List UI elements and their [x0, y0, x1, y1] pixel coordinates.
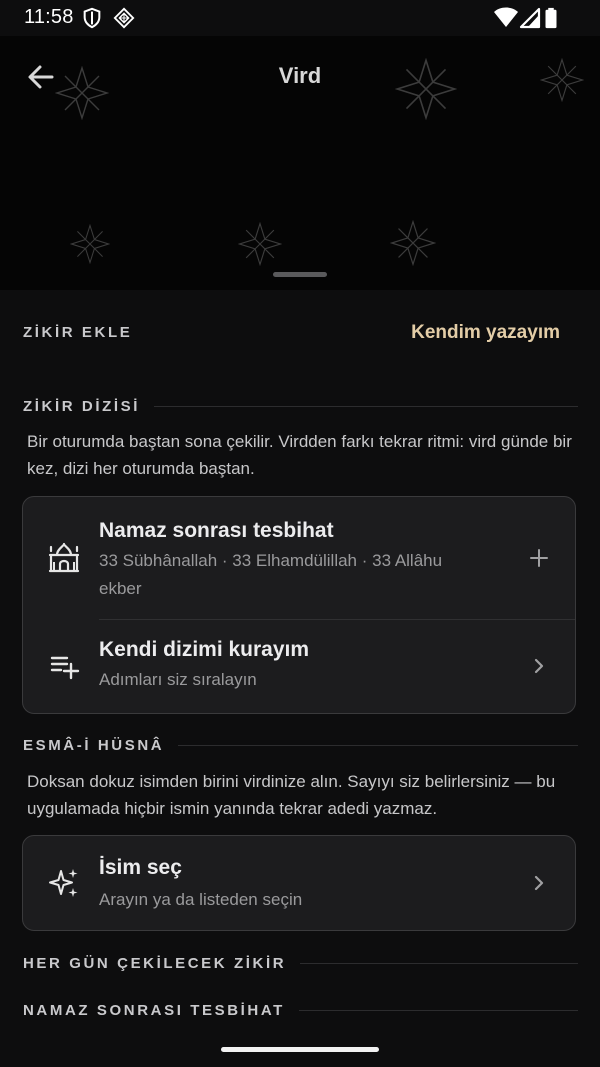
section-divider	[300, 963, 578, 964]
section-daily: HER GÜN ÇEKİLECEK ZİKİR	[23, 955, 578, 972]
sparkles-icon	[49, 869, 78, 897]
item-subtitle: 33 Sübhânallah · 33 Elhamdülillah · 33 A…	[99, 551, 443, 598]
item-title: Namaz sonrası tesbihat	[99, 519, 334, 542]
plus-icon[interactable]	[525, 544, 553, 572]
section-series: ZİKİR DİZİSİ	[23, 398, 578, 415]
esma-description: Doksan dokuz isimden birini virdinize al…	[27, 772, 556, 818]
list-item-namaz-tesbihat[interactable]: Namaz sonrası tesbihat 33 Sübhânallah · …	[23, 497, 575, 619]
signal-icon	[519, 7, 541, 29]
item-title: Kendi dizimi kurayım	[99, 638, 310, 661]
section-divider	[154, 406, 578, 407]
section-divider	[298, 1010, 578, 1011]
series-description: Bir oturumda baştan sona çekilir. Virdde…	[27, 432, 572, 478]
section-label: NAMAZ SONRASI TESBİHAT	[23, 1002, 285, 1019]
sheet-drag-handle[interactable]	[273, 272, 327, 277]
item-title: İsim seç	[99, 856, 182, 879]
status-bar: 11:58	[0, 0, 600, 36]
section-after-prayer: NAMAZ SONRASI TESBİHAT	[23, 1002, 578, 1019]
gesture-nav-bar[interactable]	[221, 1047, 379, 1052]
playlist-add-icon	[50, 656, 80, 680]
status-time: 11:58	[24, 6, 74, 28]
list-item-custom-series[interactable]: Kendi dizimi kurayım Adımları siz sırala…	[23, 620, 575, 714]
star-ornament-icon	[238, 222, 282, 266]
battery-icon	[545, 7, 557, 29]
item-subtitle: Adımları siz sıralayın	[99, 670, 257, 689]
star-ornament-icon	[390, 220, 436, 266]
section-divider	[178, 745, 578, 746]
shield-icon	[83, 7, 101, 29]
write-own-button[interactable]: Kendim yazayım	[411, 322, 560, 344]
cube-icon	[113, 7, 135, 29]
item-subtitle: Arayın ya da listeden seçin	[99, 890, 303, 909]
series-card: Namaz sonrası tesbihat 33 Sübhânallah · …	[22, 496, 576, 714]
section-label: ZİKİR DİZİSİ	[23, 398, 141, 415]
section-label: HER GÜN ÇEKİLECEK ZİKİR	[23, 955, 287, 972]
list-item-select-name[interactable]: İsim seç Arayın ya da listeden seçin	[23, 836, 575, 930]
section-esma: ESMÂ-İ HÜSNÂ	[23, 737, 578, 754]
section-label: ZİKİR EKLE	[23, 324, 133, 341]
esma-card: İsim seç Arayın ya da listeden seçin	[22, 835, 576, 931]
star-ornament-icon	[70, 224, 110, 264]
wifi-icon	[494, 7, 518, 27]
page-title: Vird	[278, 63, 322, 88]
mosque-icon	[48, 542, 80, 573]
section-label: ESMÂ-İ HÜSNÂ	[23, 737, 165, 754]
chevron-right-icon	[534, 875, 544, 891]
chevron-right-icon	[534, 658, 544, 674]
